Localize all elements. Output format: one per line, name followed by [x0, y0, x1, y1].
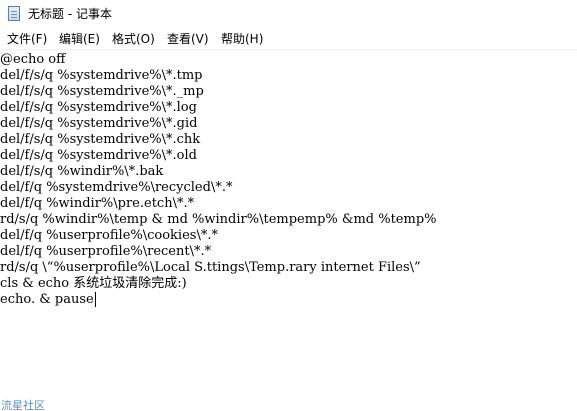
menu-file[interactable]: 文件(F) [7, 30, 47, 47]
notepad-window: 无标题 - 记事本 文件(F) 编辑(E) 格式(O) 查看(V) 帮助(H) … [0, 0, 577, 411]
editor-line: cls & echo 系统垃圾清除完成:) [0, 276, 187, 291]
menu-edit[interactable]: 编辑(E) [59, 30, 100, 47]
editor-line: @echo off [0, 52, 66, 67]
text-editor[interactable]: @echo off del/f/s/q %systemdrive%\*.tmp … [0, 49, 577, 391]
editor-line: del/f/q %systemdrive%\recycled\*.* [0, 180, 233, 195]
editor-line: del/f/s/q %systemdrive%\*.old [0, 148, 197, 163]
editor-line: rd/s/q %windir%\temp & md %windir%\tempe… [0, 212, 437, 227]
menu-view[interactable]: 查看(V) [167, 30, 209, 47]
editor-line: del/f/s/q %systemdrive%\*.tmp [0, 68, 203, 83]
watermark-logo: 流星社区 [1, 399, 45, 411]
editor-line: del/f/s/q %windir%\*.bak [0, 164, 164, 179]
title-bar[interactable]: 无标题 - 记事本 [0, 0, 577, 28]
editor-line: del/f/s/q %systemdrive%\*.log [0, 100, 197, 115]
menu-help[interactable]: 帮助(H) [221, 30, 263, 47]
text-caret [95, 292, 96, 307]
editor-line: del/f/q %windir%\pre.etch\*.* [0, 196, 195, 211]
editor-line: del/f/q %userprofile%\cookies\*.* [0, 228, 218, 243]
window-title: 无标题 - 记事本 [28, 7, 112, 21]
menu-format[interactable]: 格式(O) [112, 30, 155, 47]
editor-line: del/f/s/q %systemdrive%\*.gid [0, 116, 198, 131]
editor-line: del/f/s/q %systemdrive%\*._mp [0, 84, 204, 99]
notepad-icon [8, 6, 20, 21]
editor-line: del/f/q %userprofile%\recent\*.* [0, 244, 212, 259]
editor-line: rd/s/q \“%userprofile%\Local S.ttings\Te… [0, 260, 421, 275]
editor-line: echo. & pause [0, 292, 94, 307]
menu-bar: 文件(F) 编辑(E) 格式(O) 查看(V) 帮助(H) [0, 28, 577, 48]
editor-line: del/f/s/q %systemdrive%\*.chk [0, 132, 201, 147]
